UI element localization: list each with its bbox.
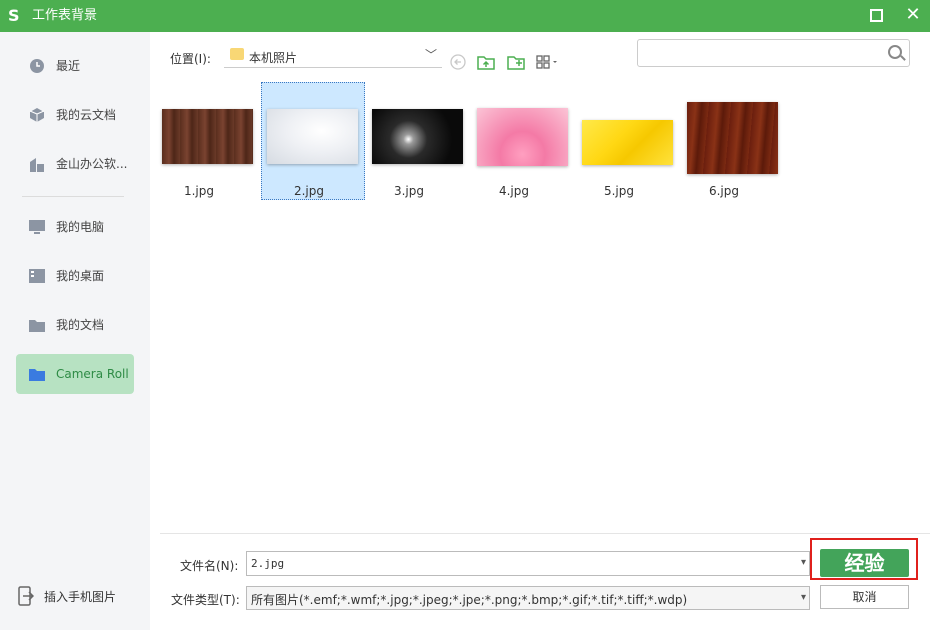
sidebar-item-recent[interactable]: 最近 — [16, 46, 134, 86]
sidebar-item-label: 我的文档 — [56, 318, 105, 332]
sidebar-item-my-desktop[interactable]: 我的桌面 — [16, 256, 134, 296]
file-thumbnail — [582, 120, 673, 165]
chevron-down-icon: ▾ — [800, 592, 806, 603]
clock-icon — [30, 59, 44, 73]
file-item-5[interactable]: 5.jpg — [572, 82, 676, 200]
filename-input[interactable]: 2.jpg ▾ — [246, 551, 810, 576]
back-icon[interactable] — [448, 52, 468, 72]
sidebar-item-label: 我的电脑 — [56, 220, 105, 234]
phone-import-icon — [18, 586, 34, 606]
filetype-value: 所有图片(*.emf;*.wmf;*.jpg;*.jpeg;*.jpe;*.pn… — [251, 593, 688, 607]
sidebar-item-label: 我的云文档 — [56, 108, 117, 122]
file-thumbnail — [372, 109, 463, 164]
file-name: 2.jpg — [293, 184, 325, 198]
close-button[interactable]: ✕ — [902, 4, 924, 26]
chevron-down-icon: ﹀ — [425, 48, 438, 62]
sidebar-divider — [22, 196, 124, 197]
file-item-4[interactable]: 4.jpg — [467, 82, 571, 200]
highlight-frame — [810, 538, 918, 580]
file-item-2[interactable]: 2.jpg — [261, 82, 365, 200]
insert-phone-image-label: 插入手机图片 — [44, 590, 117, 604]
sidebar-item-kingsoft[interactable]: 金山办公软... — [16, 144, 134, 184]
sidebar-item-label: 我的桌面 — [56, 269, 105, 283]
wps-logo-icon: S — [8, 6, 20, 25]
sidebar-item-camera-roll[interactable]: Camera Roll — [16, 354, 134, 394]
file-item-3[interactable]: 3.jpg — [362, 82, 466, 200]
sidebar: 最近 我的云文档 金山办公软... 我的电脑 我的桌面 我的文档 Camera … — [0, 32, 150, 630]
folder-up-icon[interactable] — [476, 52, 496, 72]
sidebar-item-my-computer[interactable]: 我的电脑 — [16, 207, 134, 247]
location-dropdown[interactable]: 本机照片 ﹀ — [224, 44, 442, 68]
file-item-1[interactable]: 1.jpg — [152, 82, 256, 200]
folder-icon — [230, 48, 244, 60]
filename-label: 文件名(N): — [180, 559, 239, 573]
file-thumbnail — [687, 102, 778, 174]
file-name: 1.jpg — [183, 184, 215, 198]
search-icon[interactable] — [888, 45, 902, 59]
building-icon — [30, 158, 44, 172]
title-bar: S 工作表背景 ✕ — [0, 0, 930, 32]
folder-icon — [29, 369, 45, 381]
file-name: 3.jpg — [393, 184, 425, 198]
sidebar-item-label: 最近 — [56, 59, 81, 73]
location-label: 位置(I): — [170, 52, 211, 66]
file-name: 4.jpg — [498, 184, 530, 198]
sidebar-item-label: Camera Roll — [56, 367, 129, 381]
filetype-select[interactable]: 所有图片(*.emf;*.wmf;*.jpg;*.jpeg;*.jpe;*.pn… — [246, 586, 810, 610]
location-value: 本机照片 — [249, 51, 298, 65]
sidebar-item-label: 金山办公软... — [56, 157, 128, 171]
monitor-icon — [29, 220, 45, 234]
footer-divider — [160, 533, 930, 534]
filetype-label: 文件类型(T): — [171, 593, 240, 607]
file-thumbnail — [162, 109, 253, 164]
file-name: 5.jpg — [603, 184, 635, 198]
file-thumbnail — [477, 108, 568, 166]
sidebar-item-my-documents[interactable]: 我的文档 — [16, 305, 134, 345]
cloud-box-icon — [29, 108, 45, 122]
sidebar-item-cloud-docs[interactable]: 我的云文档 — [16, 95, 134, 135]
view-grid-icon[interactable] — [535, 52, 563, 72]
filename-value: 2.jpg — [251, 557, 285, 570]
desktop-icon — [29, 269, 45, 283]
cancel-button[interactable]: 取消 — [820, 585, 909, 609]
maximize-button[interactable] — [870, 9, 883, 22]
file-thumbnail — [267, 109, 358, 164]
file-item-6[interactable]: 6.jpg — [677, 82, 781, 200]
folder-icon — [29, 320, 45, 332]
insert-phone-image-button[interactable]: 插入手机图片 — [16, 584, 146, 608]
search-input[interactable] — [637, 39, 910, 67]
window-title: 工作表背景 — [32, 8, 98, 23]
chevron-down-icon[interactable]: ▾ — [801, 557, 806, 568]
new-folder-icon[interactable] — [506, 52, 526, 72]
file-name: 6.jpg — [708, 184, 740, 198]
